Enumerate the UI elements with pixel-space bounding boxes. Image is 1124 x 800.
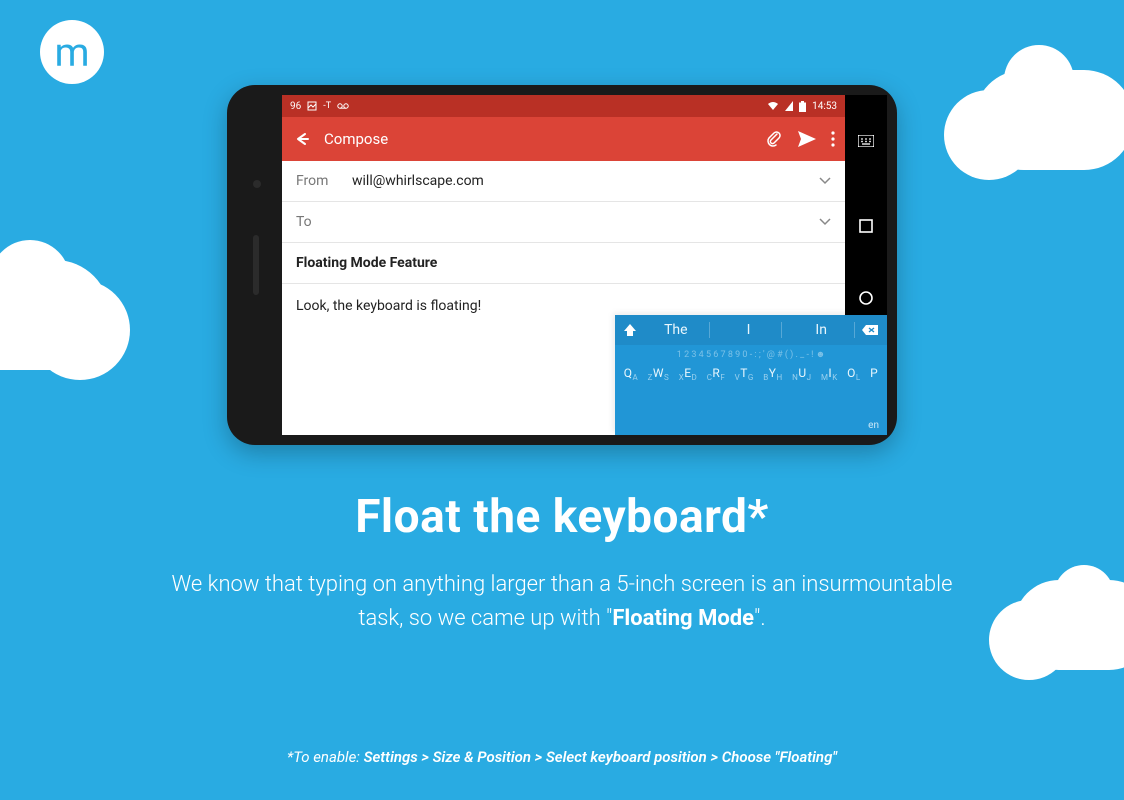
home-button[interactable] [858, 290, 874, 306]
more-vert-icon [831, 131, 835, 147]
hero-body: We know that typing on anything larger t… [152, 568, 972, 636]
brand-logo: m [40, 20, 104, 84]
status-bar: 96 -T 14:53 [282, 95, 845, 117]
chevron-down-icon [819, 177, 831, 185]
send-button[interactable] [797, 130, 817, 148]
text-indicator-icon: -T [323, 101, 331, 111]
hero-title: Float the keyboard* [152, 490, 972, 544]
footnote: *To enable: Settings > Size & Position >… [287, 748, 837, 766]
to-expand-button[interactable] [819, 218, 831, 226]
status-battery-pct-icon: 96 [290, 101, 301, 112]
subject-field[interactable]: Floating Mode Feature [282, 243, 845, 284]
from-field[interactable]: From will@whirlscape.com [282, 161, 845, 202]
keyboard-letter-row[interactable]: QA ZWS XED CRF VTG BYH NUJ MIK OL P [615, 360, 887, 388]
attach-button[interactable] [765, 130, 783, 148]
suggestion-1[interactable]: The [643, 322, 710, 338]
cell-signal-icon [785, 101, 793, 111]
keyboard-small-icon [858, 135, 874, 147]
status-time: 14:53 [812, 101, 837, 112]
phone-mockup: 96 -T 14:53 Compose [227, 85, 897, 445]
cloud-decoration [1014, 580, 1124, 670]
to-field[interactable]: To [282, 202, 845, 243]
brand-logo-letter: m [54, 29, 89, 76]
voicemail-icon [337, 102, 349, 110]
phone-speaker [253, 235, 259, 295]
shift-icon [623, 323, 637, 337]
keyboard-number-row[interactable]: 1 2 3 4 5 6 7 8 9 0 - : ; ' @ # ( ) . _ … [615, 345, 887, 360]
paperclip-icon [765, 130, 783, 148]
cloud-decoration [0, 260, 110, 370]
from-value: will@whirlscape.com [352, 173, 484, 189]
chevron-down-icon [819, 218, 831, 226]
backspace-key[interactable] [861, 324, 879, 336]
cloud-decoration [974, 70, 1124, 170]
back-button[interactable] [292, 130, 310, 148]
ime-switch-button[interactable] [858, 133, 874, 149]
square-icon [859, 219, 873, 233]
appbar-title: Compose [324, 130, 388, 148]
backspace-icon [861, 324, 879, 336]
shift-key[interactable] [623, 323, 637, 337]
keyboard-lang[interactable]: en [615, 420, 887, 435]
phone-camera [253, 180, 261, 188]
recent-apps-button[interactable] [858, 218, 874, 234]
phone-screen: 96 -T 14:53 Compose [282, 95, 887, 435]
to-label: To [296, 214, 352, 230]
overflow-menu-button[interactable] [831, 131, 835, 147]
compose-app-bar: Compose [282, 117, 845, 161]
arrow-left-icon [292, 130, 310, 148]
hero-copy: Float the keyboard* We know that typing … [152, 490, 972, 636]
body-value: Look, the keyboard is floating! [296, 298, 481, 314]
image-icon [307, 101, 317, 111]
circle-icon [858, 290, 874, 306]
suggestion-3[interactable]: In [788, 322, 855, 338]
from-expand-button[interactable] [819, 177, 831, 185]
suggestion-2[interactable]: I [716, 322, 783, 338]
battery-icon [799, 101, 806, 112]
subject-value: Floating Mode Feature [296, 255, 437, 271]
floating-keyboard[interactable]: The I In 1 2 3 4 5 6 7 8 9 0 - : ; ' @ #… [615, 315, 887, 435]
from-label: From [296, 173, 352, 189]
send-icon [797, 130, 817, 148]
wifi-icon [767, 101, 779, 111]
